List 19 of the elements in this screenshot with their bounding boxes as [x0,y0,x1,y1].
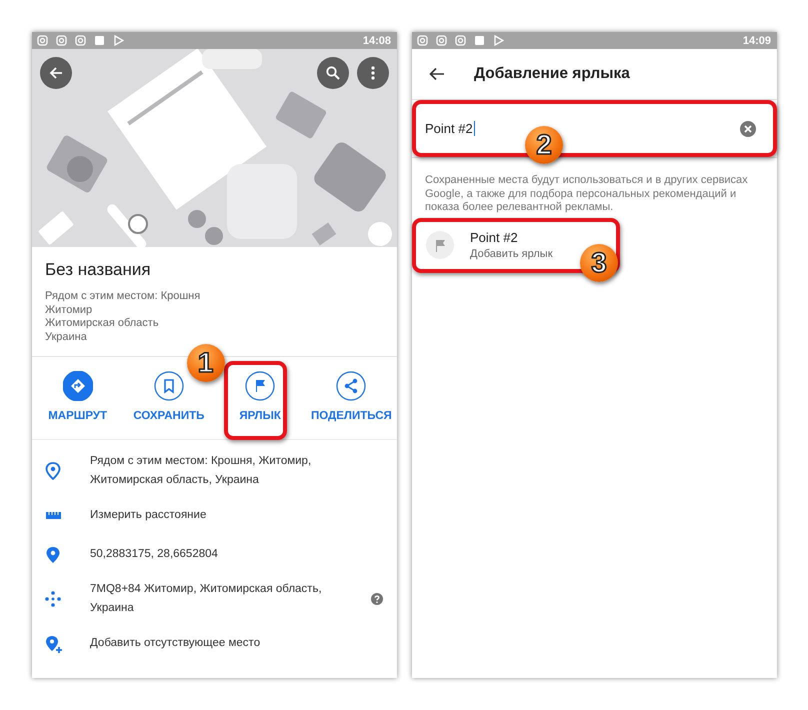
detail-text: Измерить расстояние [90,508,208,523]
detail-text: Добавить отсутствующее место [90,636,262,651]
address-line: Житомирская область [45,317,160,330]
address-line: Рядом с этим местом: Крошня [45,290,202,304]
step-marker-overlay: 3 [580,244,618,282]
suggestion-subtitle: Добавить ярлык [470,248,553,260]
detail-text: 50,2883175, 28,6652804 [90,547,219,562]
address-line: Житомир [45,304,94,317]
detail-text: 7MQ8+84 Житомир, Житомирская область, Украина [90,582,323,616]
step-marker-overlay: 2 [525,126,563,164]
detail-text: Рядом с этим местом: Крошня, Житомир, Житомирская область, Украина [90,454,312,488]
info-note: Сохраненные места будут использоваться и в других сервисах Google, а также для подбора персональных рекомендаций и показа более релевантной рекламы. [424,173,749,215]
screen-title: Добавление ярлыка [474,65,630,83]
place-title: Без названия [45,260,152,280]
address-line: Украина [45,330,88,344]
clock-time: 14:08 [362,34,391,46]
suggestion-title: Point #2 [470,230,519,244]
clock-time: 14:09 [742,34,771,46]
step-marker-overlay: 1 [186,344,224,382]
